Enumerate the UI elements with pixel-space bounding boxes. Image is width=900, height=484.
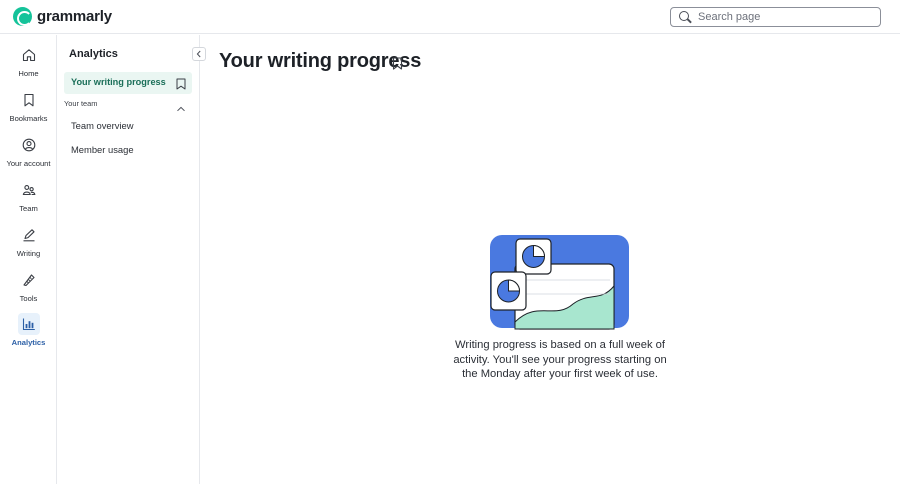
brand-name: grammarly <box>37 8 112 25</box>
analytics-icon <box>17 313 40 335</box>
rail-label-writing: Writing <box>16 249 41 258</box>
search-input[interactable] <box>698 11 878 23</box>
page-title: Your writing progress <box>219 50 422 72</box>
team-icon <box>18 179 40 201</box>
sidebar-group-label: Your team <box>64 99 98 108</box>
writing-progress-illustration <box>489 234 631 332</box>
rail-label-team: Team <box>19 204 38 213</box>
bookmark-icon[interactable] <box>176 77 186 95</box>
rail-label-analytics: Analytics <box>11 338 46 347</box>
grammarly-logo[interactable]: grammarly <box>13 7 112 26</box>
bookmark-icon[interactable] <box>392 57 403 75</box>
rail-item-bookmarks[interactable]: Bookmarks <box>0 89 57 129</box>
chevron-up-icon <box>176 100 186 118</box>
rail-item-tools[interactable]: Tools <box>0 269 57 309</box>
grammarly-logo-icon <box>13 7 32 26</box>
sidebar-title: Analytics <box>69 48 118 60</box>
rail-label-home: Home <box>18 69 39 78</box>
empty-state-message: Writing progress is based on a full week… <box>453 339 667 381</box>
rail-item-home[interactable]: Home <box>0 44 57 84</box>
top-bar: grammarly <box>0 0 900 34</box>
rail-item-analytics[interactable]: Analytics <box>0 313 57 353</box>
rail-item-writing[interactable]: Writing <box>0 224 57 264</box>
rail-label-your-account: Your account <box>6 159 51 168</box>
search-box[interactable] <box>670 7 881 27</box>
account-icon <box>18 134 40 156</box>
home-icon <box>18 44 40 66</box>
collapse-sidebar-button[interactable] <box>192 47 206 61</box>
analytics-sidebar: Analytics Your writing progress Your tea… <box>57 35 206 484</box>
pen-icon <box>18 224 40 246</box>
rail-item-your-account[interactable]: Your account <box>0 134 57 174</box>
sidebar-item-team-overview[interactable]: Team overview <box>71 120 134 131</box>
nav-rail: Home Bookmarks Your account Team Writing… <box>0 35 57 484</box>
search-icon <box>679 10 692 24</box>
rail-label-tools: Tools <box>19 294 38 303</box>
bookmark-icon <box>18 89 40 111</box>
chevron-left-icon <box>196 50 201 58</box>
sidebar-item-member-usage[interactable]: Member usage <box>71 144 134 155</box>
rail-label-bookmarks: Bookmarks <box>9 114 48 123</box>
sidebar-group-your-team[interactable]: Your team <box>64 99 192 112</box>
rail-item-team[interactable]: Team <box>0 179 57 219</box>
sidebar-item-label: Your writing progress <box>71 77 166 87</box>
tools-icon <box>18 269 40 291</box>
sidebar-item-your-writing-progress[interactable]: Your writing progress <box>64 72 192 94</box>
